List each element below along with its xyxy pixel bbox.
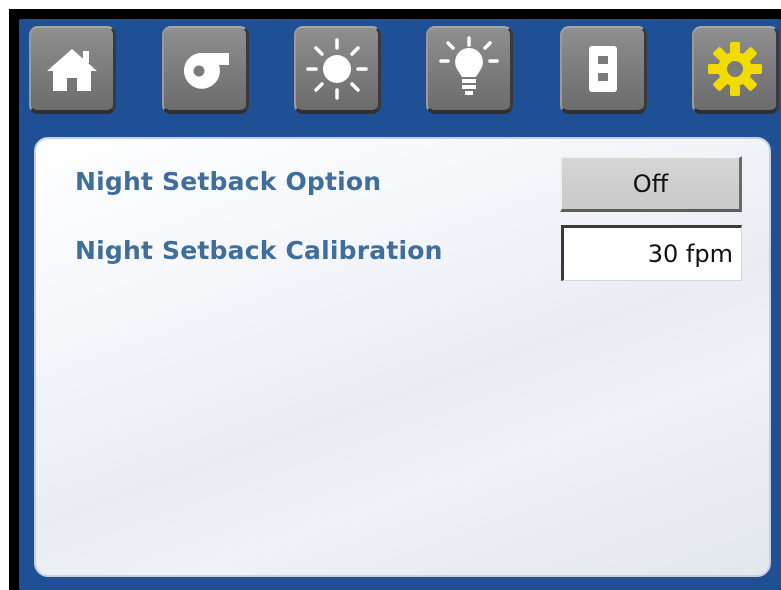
settings-button[interactable] (692, 26, 779, 114)
light-bulb-icon (437, 36, 501, 102)
settings-panel: Night Setback Option Off Night Setback C… (34, 137, 771, 577)
wall-switch-icon (586, 43, 620, 95)
night-setback-option-label: Night Setback Option (75, 167, 382, 196)
lighting-button[interactable] (426, 26, 513, 114)
night-setback-calibration-label: Night Setback Calibration (75, 236, 443, 265)
gear-icon (706, 40, 764, 98)
night-setback-calibration-field[interactable]: 30 fpm (561, 225, 742, 281)
night-setback-option-toggle[interactable]: Off (560, 156, 742, 212)
app-frame: Night Setback Option Off Night Setback C… (19, 19, 781, 590)
sun-icon (305, 37, 369, 101)
air-handler-button[interactable] (162, 26, 249, 114)
home-button[interactable] (29, 26, 116, 114)
daylight-button[interactable] (294, 26, 381, 114)
display-bezel: Night Setback Option Off Night Setback C… (9, 9, 781, 590)
nav-toolbar (29, 26, 781, 126)
blower-fan-icon (177, 49, 233, 89)
home-icon (45, 44, 99, 94)
switch-button[interactable] (560, 26, 647, 114)
